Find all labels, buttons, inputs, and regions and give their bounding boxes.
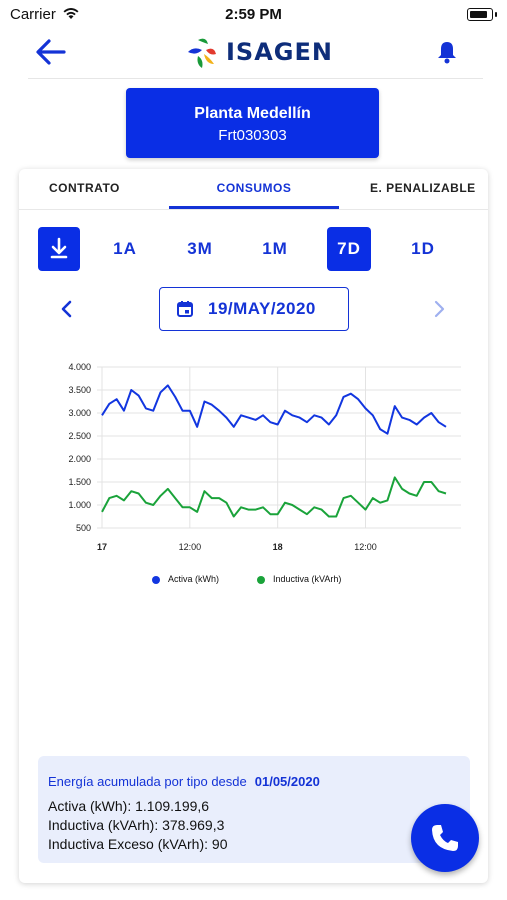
- summary-date: 01/05/2020: [254, 774, 320, 789]
- x-tick-label: 18: [273, 542, 283, 552]
- series-line-inductiva: [101, 476, 447, 518]
- x-tick-label: 12:00: [179, 542, 202, 552]
- status-bar: Carrier 2:59 PM: [0, 0, 507, 28]
- y-tick-label: 1.000: [68, 500, 91, 510]
- tab-bar: CONTRATO CONSUMOS E. PENALIZABLE: [19, 169, 488, 210]
- y-tick-label: 1.500: [68, 477, 91, 487]
- legend-dot-inductiva: [257, 575, 265, 584]
- period-3m-button[interactable]: 3M: [178, 227, 222, 271]
- y-tick-label: 500: [76, 523, 91, 533]
- chart-legend: Activa (kWh) Inductiva (kVArh): [19, 574, 488, 594]
- period-7d-button[interactable]: 7D: [327, 227, 371, 271]
- summary-title: Energía acumulada por tipo desde 01/05/20…: [48, 774, 320, 789]
- battery-tip: [495, 12, 497, 17]
- consumption-line-chart: 4.000 3.500 3.000 2.500 2.000 1.500 1.000 500 17…: [68, 362, 461, 552]
- legend-item-inductiva: Inductiva (kVArh): [257, 574, 341, 584]
- header-divider: [28, 78, 483, 79]
- period-selector: 1A 3M 1M 7D 1D: [19, 227, 488, 271]
- summary-line-inductiva: Inductiva (kVArh): 378.969,3: [48, 817, 225, 833]
- y-tick-label: 4.000: [68, 362, 91, 372]
- period-1d-button[interactable]: 1D: [401, 227, 445, 271]
- plant-code: Frt030303: [218, 127, 287, 144]
- consumption-card: CONTRATO CONSUMOS E. PENALIZABLE 1A 3M 1…: [19, 169, 488, 883]
- series-line-activa: [101, 384, 447, 435]
- tab-contrato[interactable]: CONTRATO: [49, 181, 120, 195]
- previous-date-chevron-icon[interactable]: [59, 299, 75, 319]
- app-header: ISAGEN: [0, 28, 507, 76]
- logo-mark-icon: [188, 38, 216, 68]
- logo-text: ISAGEN: [226, 38, 333, 66]
- plant-name: Planta Medellín: [194, 105, 311, 122]
- call-button[interactable]: [411, 804, 479, 872]
- summary-line-inductiva-exceso: Inductiva Exceso (kVArh): 90: [48, 836, 228, 852]
- next-date-chevron-icon[interactable]: [431, 299, 447, 319]
- tab-e-penalizable[interactable]: E. PENALIZABLE: [370, 181, 476, 195]
- period-1a-button[interactable]: 1A: [103, 227, 147, 271]
- download-button[interactable]: [38, 227, 80, 271]
- battery-icon: [467, 8, 493, 21]
- plant-selector-button[interactable]: Planta Medellín Frt030303: [126, 88, 379, 158]
- calendar-icon: [177, 301, 193, 317]
- notification-bell-icon[interactable]: [436, 40, 458, 64]
- date-picker-button[interactable]: 19/MAY/2020: [159, 287, 349, 331]
- y-tick-label: 3.000: [68, 408, 91, 418]
- legend-item-activa: Activa (kWh): [152, 574, 219, 584]
- tab-consumos[interactable]: CONSUMOS: [169, 181, 339, 195]
- y-tick-label: 2.500: [68, 431, 91, 441]
- period-1m-button[interactable]: 1M: [253, 227, 297, 271]
- x-tick-label: 17: [97, 542, 107, 552]
- x-tick-label: 12:00: [354, 542, 377, 552]
- summary-line-activa: Activa (kWh): 1.109.199,6: [48, 798, 210, 814]
- summary-title-text: Energía acumulada por tipo desde: [48, 774, 247, 789]
- y-tick-label: 3.500: [68, 385, 91, 395]
- legend-label-activa: Activa (kWh): [168, 574, 220, 584]
- phone-icon: [432, 825, 458, 851]
- selected-date: 19/MAY/2020: [208, 299, 316, 318]
- legend-dot-activa: [152, 575, 160, 584]
- y-tick-label: 2.000: [68, 454, 91, 464]
- accumulated-energy-panel: Energía acumulada por tipo desde 01/05/20…: [38, 756, 470, 863]
- tab-selected-indicator: [169, 206, 339, 209]
- status-time: 2:59 PM: [225, 6, 282, 23]
- legend-label-inductiva: Inductiva (kVArh): [273, 574, 342, 584]
- date-navigator: 19/MAY/2020: [19, 287, 488, 333]
- back-arrow-icon[interactable]: [34, 38, 66, 66]
- download-icon: [50, 237, 68, 259]
